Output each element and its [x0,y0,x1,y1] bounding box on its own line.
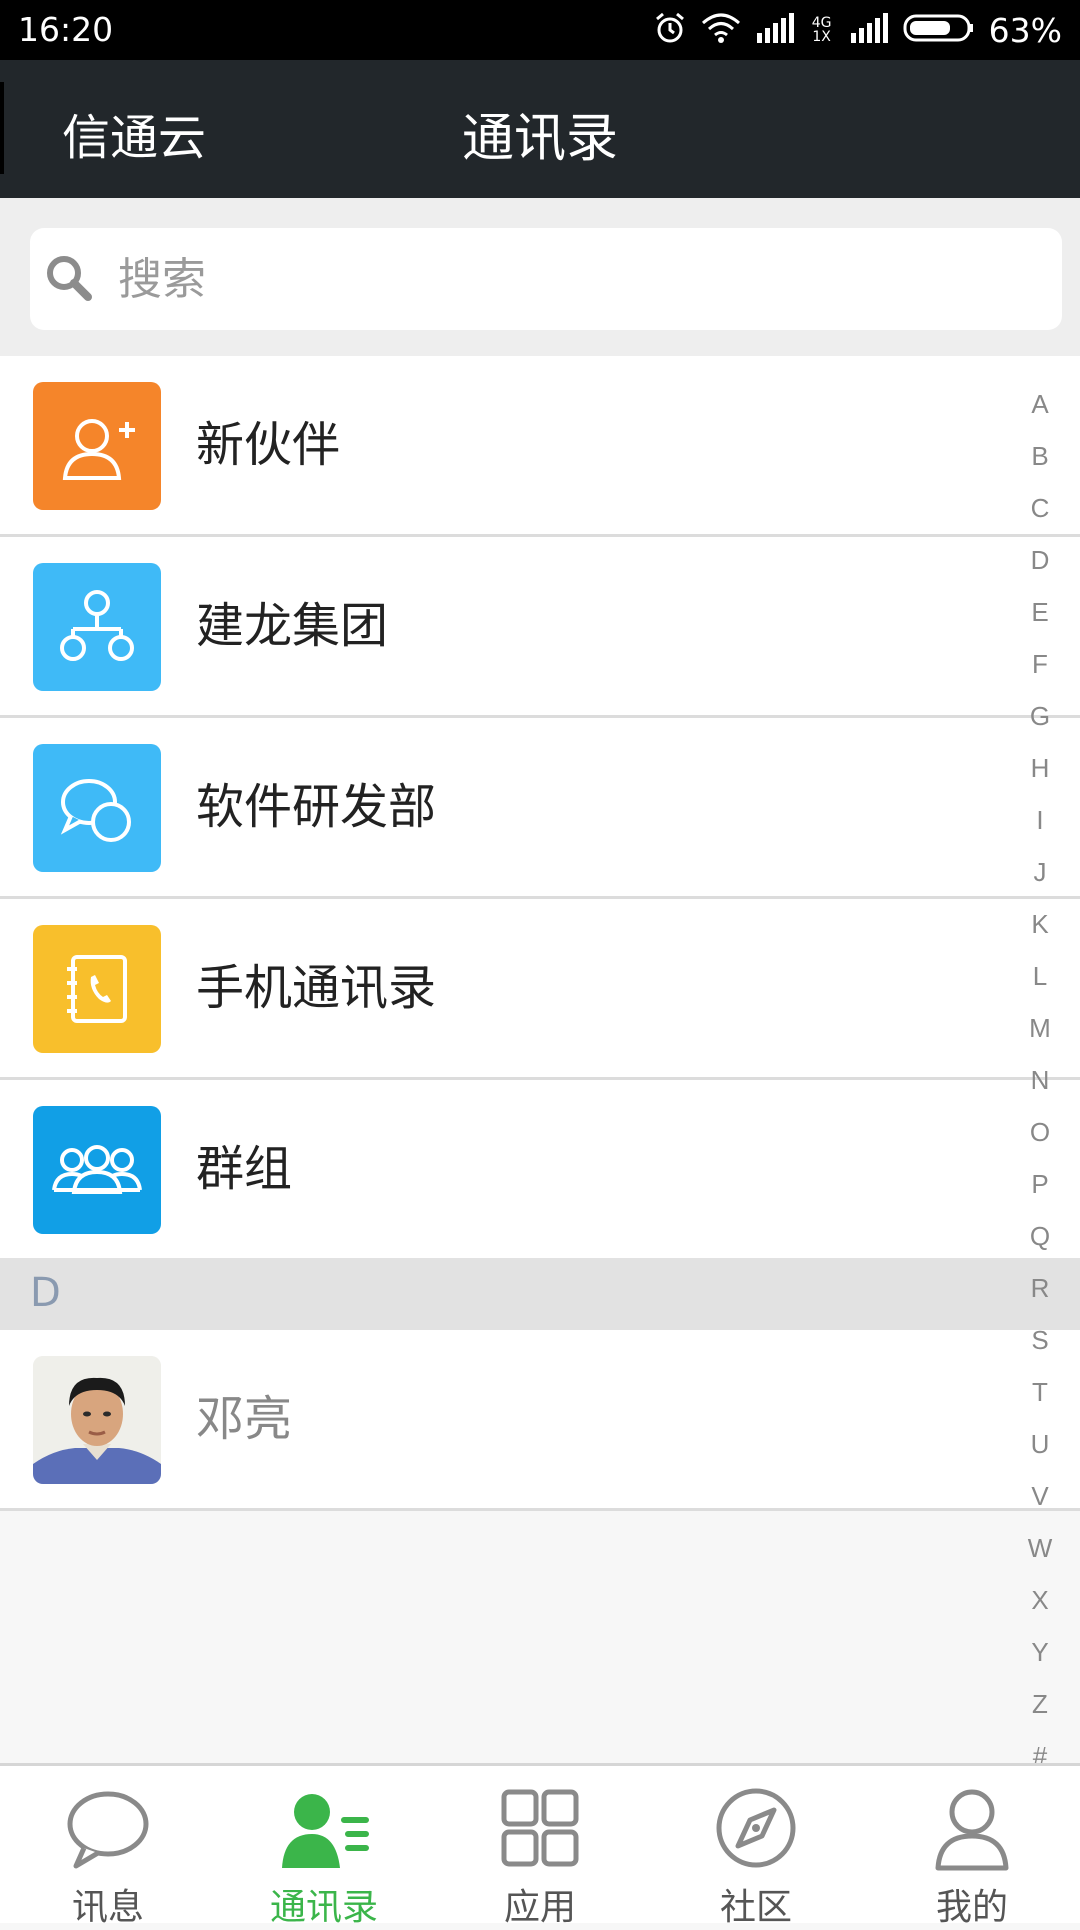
tab-label: 社区 [719,1887,792,1928]
phone-book-icon [33,925,161,1053]
list-item-phone-contacts[interactable]: 手机通讯录 [0,899,1080,1080]
list-item-label: 软件研发部 [196,779,437,835]
section-header-d: D [0,1258,1080,1330]
index-letter[interactable]: X [1020,1574,1060,1626]
list-item-label: 建龙集团 [196,598,389,654]
contacts-list: 新伙伴 建龙集团 软件研发部 手机通讯录 群组 D 邓亮 [0,356,1080,1511]
tab-apps[interactable]: 应用 [432,1766,648,1928]
contact-row[interactable]: 邓亮 [0,1330,1080,1511]
index-letter[interactable]: N [1020,1054,1060,1106]
list-item-department[interactable]: 软件研发部 [0,718,1080,899]
index-letter[interactable]: I [1020,794,1060,846]
index-letter[interactable]: T [1020,1366,1060,1418]
index-letter[interactable]: S [1020,1314,1060,1366]
tab-community[interactable]: 社区 [648,1766,864,1928]
contact-name: 邓亮 [196,1391,293,1447]
wifi-icon [701,11,741,49]
index-letter[interactable]: G [1020,690,1060,742]
index-letter[interactable]: R [1020,1262,1060,1314]
search-box[interactable] [30,228,1062,330]
index-letter[interactable]: Y [1020,1626,1060,1678]
signal-bars-icon [755,13,795,47]
list-item-label: 手机通讯录 [196,960,437,1016]
status-icons: 4G 1X 63% [653,8,1062,52]
org-chart-icon [33,563,161,691]
tab-me[interactable]: 我的 [864,1766,1080,1928]
index-letter[interactable]: P [1020,1158,1060,1210]
index-letter[interactable]: W [1020,1522,1060,1574]
list-item-label: 新伙伴 [196,417,341,473]
list-item-label: 群组 [196,1141,293,1197]
tab-label: 讯息 [71,1887,144,1928]
battery-icon [903,13,975,47]
index-letter[interactable]: C [1020,482,1060,534]
index-letter[interactable]: M [1020,1002,1060,1054]
network-type: 4G 1X [811,15,832,45]
tab-contacts[interactable]: 通讯录 [216,1766,432,1928]
group-icon [33,1106,161,1234]
list-item-groups[interactable]: 群组 [0,1080,1080,1261]
tab-messages[interactable]: 讯息 [0,1766,216,1928]
tab-label: 我的 [935,1887,1008,1928]
status-time: 16:20 [18,10,114,49]
apps-grid-icon [501,1789,579,1867]
index-letter[interactable]: E [1020,586,1060,638]
index-letter[interactable]: Z [1020,1678,1060,1730]
index-letter[interactable]: B [1020,430,1060,482]
index-letter[interactable]: L [1020,950,1060,1002]
alphabet-index[interactable]: A B C D E F G H I J K L M N O P Q R S T U V W X Y Z # [1020,378,1060,1782]
chat-bubbles-icon [33,744,161,872]
index-letter[interactable]: Q [1020,1210,1060,1262]
search-input[interactable] [116,252,1020,306]
add-user-icon [33,382,161,510]
index-letter[interactable]: A [1020,378,1060,430]
signal-icon [849,13,889,47]
tab-label: 应用 [503,1887,576,1928]
status-bar: 16:20 4G 1X 63% [0,0,1080,60]
section-letter: D [30,1270,61,1316]
app-header: 信通云 通讯录 [0,60,1080,198]
index-letter[interactable]: D [1020,534,1060,586]
index-letter[interactable]: O [1020,1106,1060,1158]
index-letter[interactable]: K [1020,898,1060,950]
index-letter[interactable]: J [1020,846,1060,898]
index-letter[interactable]: U [1020,1418,1060,1470]
battery-percent: 63% [988,10,1062,50]
chat-icon [67,1791,149,1869]
search-area [0,198,1080,356]
search-icon [47,256,92,301]
bottom-tab-bar: 讯息 通讯录 应用 社区 我的 [0,1763,1080,1928]
list-item-group-company[interactable]: 建龙集团 [0,537,1080,718]
person-icon [935,1789,1009,1871]
index-letter[interactable]: H [1020,742,1060,794]
alarm-icon [653,11,687,49]
contacts-icon [282,1794,369,1868]
avatar [33,1356,161,1484]
page-title: 通讯录 [461,109,618,169]
compass-icon [716,1788,796,1868]
list-item-new-partner[interactable]: 新伙伴 [0,356,1080,537]
index-letter[interactable]: F [1020,638,1060,690]
index-letter[interactable]: V [1020,1470,1060,1522]
tab-label: 通讯录 [269,1887,378,1928]
